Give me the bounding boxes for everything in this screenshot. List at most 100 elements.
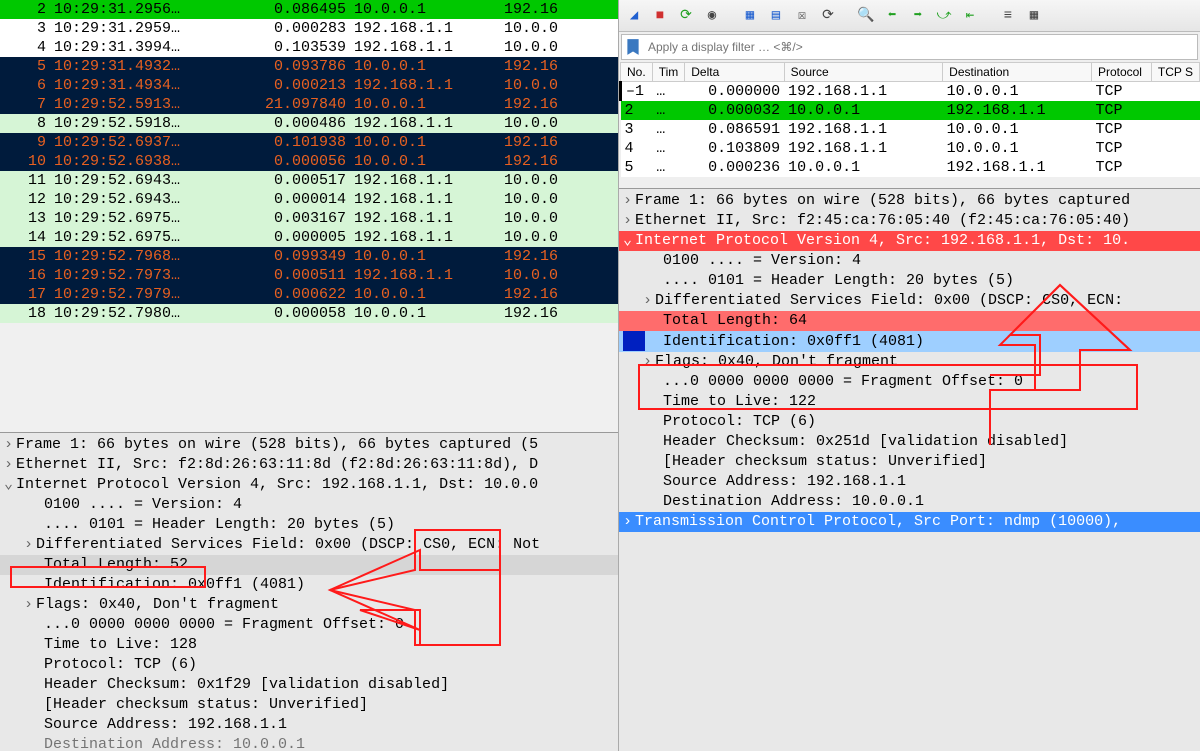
goto-icon[interactable]: ⇤ [959, 5, 981, 27]
bookmark-icon[interactable] [624, 38, 642, 56]
frame-line[interactable]: Frame 1: 66 bytes on wire (528 bits), 66… [16, 436, 538, 453]
chevron-down-icon[interactable]: ⌄ [4, 475, 16, 495]
packet-row[interactable]: 910:29:52.6937…0.10193810.0.0.1192.16 [0, 133, 618, 152]
dsf-line[interactable]: Differentiated Services Field: 0x00 (DSC… [36, 536, 540, 553]
col-tcps[interactable]: TCP S [1151, 63, 1199, 82]
protocol-line[interactable]: Protocol: TCP (6) [0, 655, 618, 675]
packet-row[interactable]: 1710:29:52.7979…0.00062210.0.0.1192.16 [0, 285, 618, 304]
flags-line[interactable]: Flags: 0x40, Don't fragment [655, 353, 898, 370]
chevron-right-icon[interactable]: › [4, 455, 16, 475]
display-filter-bar[interactable] [621, 34, 1198, 60]
fragment-offset-line[interactable]: ...0 0000 0000 0000 = Fragment Offset: 0 [0, 615, 618, 635]
packet-row[interactable]: 1510:29:52.7968…0.09934910.0.0.1192.16 [0, 247, 618, 266]
ipv4-line[interactable]: Internet Protocol Version 4, Src: 192.16… [16, 476, 538, 493]
shark-fin-icon[interactable]: ◢ [623, 5, 645, 27]
autoscroll-icon[interactable]: ≡ [997, 5, 1019, 27]
ethernet-line[interactable]: Ethernet II, Src: f2:8d:26:63:11:8d (f2:… [16, 456, 538, 473]
restart-capture-icon[interactable]: ⟳ [675, 5, 697, 27]
chevron-right-icon[interactable]: › [643, 352, 655, 372]
packet-row[interactable]: 610:29:31.4934…0.000213192.168.1.110.0.0 [0, 76, 618, 95]
dst-addr-line[interactable]: Destination Address: 10.0.0.1 [619, 492, 1200, 512]
ttl-line[interactable]: Time to Live: 128 [0, 635, 618, 655]
fragment-offset-line[interactable]: ...0 0000 0000 0000 = Fragment Offset: 0 [619, 372, 1200, 392]
chevron-right-icon[interactable]: › [24, 535, 36, 555]
src-addr-line[interactable]: Source Address: 192.168.1.1 [619, 472, 1200, 492]
close-file-icon[interactable]: ☒ [791, 5, 813, 27]
chevron-right-icon[interactable]: › [24, 595, 36, 615]
save-icon[interactable]: ▤ [765, 5, 787, 27]
frame-line[interactable]: Frame 1: 66 bytes on wire (528 bits), 66… [635, 192, 1130, 209]
reload-icon[interactable]: ⟳ [817, 5, 839, 27]
version-line[interactable]: 0100 .... = Version: 4 [619, 251, 1200, 271]
packet-table-right[interactable]: No. Tim Delta Source Destination Protoco… [619, 62, 1200, 177]
col-no[interactable]: No. [621, 63, 653, 82]
packet-row[interactable]: 510:29:31.4932…0.09378610.0.0.1192.16 [0, 57, 618, 76]
packet-row[interactable]: 1010:29:52.6938…0.00005610.0.0.1192.16 [0, 152, 618, 171]
identification-line[interactable]: Identification: 0x0ff1 (4081) [0, 575, 618, 595]
chevron-right-icon[interactable]: › [623, 211, 635, 231]
left-packet-details[interactable]: ›Frame 1: 66 bytes on wire (528 bits), 6… [0, 432, 618, 751]
col-source[interactable]: Source [784, 63, 943, 82]
chevron-right-icon[interactable]: › [4, 435, 16, 455]
stop-capture-icon[interactable]: ■ [649, 5, 671, 27]
protocol-line[interactable]: Protocol: TCP (6) [619, 412, 1200, 432]
chevron-right-icon[interactable]: › [643, 291, 655, 311]
prev-icon[interactable]: ⬅ [881, 5, 903, 27]
packet-row[interactable]: 5…0.00023610.0.0.1192.168.1.1TCP [621, 158, 1200, 177]
packet-row[interactable]: 810:29:52.5918…0.000486192.168.1.110.0.0 [0, 114, 618, 133]
right-packet-list[interactable]: No. Tim Delta Source Destination Protoco… [619, 62, 1200, 190]
find-icon[interactable]: 🔍 [855, 5, 877, 27]
packet-row[interactable]: –1…0.000000192.168.1.110.0.0.1TCP [621, 82, 1200, 102]
toolbar: ◢ ■ ⟳ ◉ ▦ ▤ ☒ ⟳ 🔍 ⬅ ➡ ⤻ ⇤ ≡ ▦ [619, 0, 1200, 32]
left-packet-list[interactable]: 210:29:31.2956…0.08649510.0.0.1192.16310… [0, 0, 618, 432]
header-length-line[interactable]: .... 0101 = Header Length: 20 bytes (5) [619, 271, 1200, 291]
packet-row[interactable]: 310:29:31.2959…0.000283192.168.1.110.0.0 [0, 19, 618, 38]
col-proto[interactable]: Protocol [1091, 63, 1151, 82]
packet-row[interactable]: 210:29:31.2956…0.08649510.0.0.1192.16 [0, 0, 618, 19]
checksum-status-line[interactable]: [Header checksum status: Unverified] [619, 452, 1200, 472]
ttl-line[interactable]: Time to Live: 122 [619, 392, 1200, 412]
checksum-line[interactable]: Header Checksum: 0x251d [validation disa… [619, 432, 1200, 452]
packet-row[interactable]: 1310:29:52.6975…0.003167192.168.1.110.0.… [0, 209, 618, 228]
flags-line[interactable]: Flags: 0x40, Don't fragment [36, 596, 279, 613]
packet-row[interactable]: 710:29:52.5913…21.09784010.0.0.1192.16 [0, 95, 618, 114]
col-dest[interactable]: Destination [943, 63, 1092, 82]
total-length-line[interactable]: Total Length: 52 [0, 555, 618, 575]
dst-addr-line[interactable]: Destination Address: 10.0.0.1 [0, 735, 618, 751]
col-time[interactable]: Tim [652, 63, 685, 82]
chevron-right-icon[interactable]: › [623, 512, 635, 532]
packet-row[interactable]: 2…0.00003210.0.0.1192.168.1.1TCP [621, 101, 1200, 120]
identification-line[interactable]: Identification: 0x0ff1 (4081) [619, 331, 1200, 352]
ipv4-line[interactable]: Internet Protocol Version 4, Src: 192.16… [635, 232, 1130, 249]
jump-icon[interactable]: ⤻ [933, 5, 955, 27]
right-packet-details[interactable]: ›Frame 1: 66 bytes on wire (528 bits), 6… [619, 188, 1200, 751]
ethernet-line[interactable]: Ethernet II, Src: f2:45:ca:76:05:40 (f2:… [635, 212, 1130, 229]
options-icon[interactable]: ◉ [701, 5, 723, 27]
version-line[interactable]: 0100 .... = Version: 4 [0, 495, 618, 515]
next-icon[interactable]: ➡ [907, 5, 929, 27]
packet-row[interactable]: 3…0.086591192.168.1.110.0.0.1TCP [621, 120, 1200, 139]
open-file-icon[interactable]: ▦ [739, 5, 761, 27]
src-addr-line[interactable]: Source Address: 192.168.1.1 [0, 715, 618, 735]
column-headers[interactable]: No. Tim Delta Source Destination Protoco… [621, 63, 1200, 82]
dsf-line[interactable]: Differentiated Services Field: 0x00 (DSC… [655, 292, 1123, 309]
packet-row[interactable]: 410:29:31.3994…0.103539192.168.1.110.0.0 [0, 38, 618, 57]
col-delta[interactable]: Delta [685, 63, 784, 82]
colorize-icon[interactable]: ▦ [1023, 5, 1045, 27]
packet-row[interactable]: 1610:29:52.7973…0.000511192.168.1.110.0.… [0, 266, 618, 285]
chevron-down-icon[interactable]: ⌄ [623, 231, 635, 251]
packet-row[interactable]: 1110:29:52.6943…0.000517192.168.1.110.0.… [0, 171, 618, 190]
tcp-line[interactable]: Transmission Control Protocol, Src Port:… [635, 513, 1121, 530]
selection-bar-icon [623, 331, 645, 351]
display-filter-input[interactable] [644, 38, 1197, 56]
total-length-line[interactable]: Total Length: 64 [619, 311, 1200, 331]
packet-row[interactable]: 1810:29:52.7980…0.00005810.0.0.1192.16 [0, 304, 618, 323]
packet-row[interactable]: 1210:29:52.6943…0.000014192.168.1.110.0.… [0, 190, 618, 209]
chevron-right-icon[interactable]: › [623, 191, 635, 211]
packet-row[interactable]: 4…0.103809192.168.1.110.0.0.1TCP [621, 139, 1200, 158]
packet-table-left[interactable]: 210:29:31.2956…0.08649510.0.0.1192.16310… [0, 0, 618, 323]
header-length-line[interactable]: .... 0101 = Header Length: 20 bytes (5) [0, 515, 618, 535]
checksum-status-line[interactable]: [Header checksum status: Unverified] [0, 695, 618, 715]
packet-row[interactable]: 1410:29:52.6975…0.000005192.168.1.110.0.… [0, 228, 618, 247]
checksum-line[interactable]: Header Checksum: 0x1f29 [validation disa… [0, 675, 618, 695]
